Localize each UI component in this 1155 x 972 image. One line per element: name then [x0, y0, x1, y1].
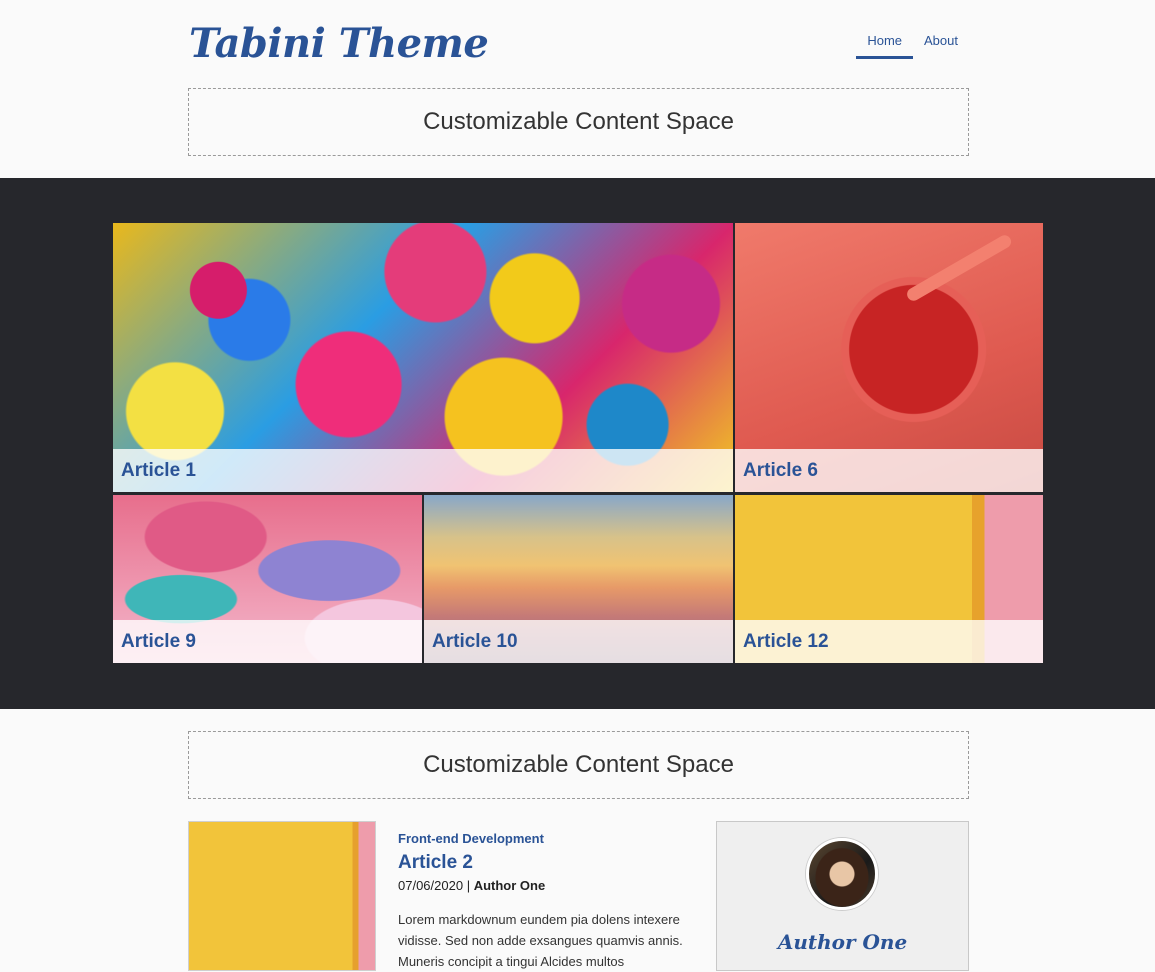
byline-separator: |	[463, 878, 474, 893]
article-date: 07/06/2020	[398, 878, 464, 893]
nav-item-about[interactable]: About	[913, 26, 969, 59]
featured-article-title[interactable]: Article 12	[735, 620, 1043, 663]
site-header: Tabini Theme Home About Customizable Con…	[0, 0, 1155, 178]
article-byline: 07/06/2020 | Author One	[398, 878, 688, 893]
article-thumbnail[interactable]	[188, 821, 376, 971]
author-name[interactable]: Author One	[717, 930, 968, 954]
article-summary: Front-end Development Article 2 07/06/20…	[398, 831, 688, 972]
content-space-middle: Customizable Content Space	[188, 731, 969, 799]
author-avatar	[806, 838, 878, 910]
content-space-top: Customizable Content Space	[188, 88, 969, 156]
featured-articles: Article 1 Article 6 Article 9 Article 10…	[0, 178, 1155, 709]
site-logo[interactable]: Tabini Theme	[189, 20, 489, 67]
featured-article-title[interactable]: Article 10	[424, 620, 733, 663]
article-category-link[interactable]: Front-end Development	[398, 831, 688, 846]
featured-article-12[interactable]: Article 12	[735, 495, 1043, 663]
article-title-link[interactable]: Article 2	[398, 852, 688, 874]
nav-item-home[interactable]: Home	[856, 26, 914, 59]
featured-article-9[interactable]: Article 9	[113, 495, 422, 663]
article-excerpt: Lorem markdownum eundem pia dolens intex…	[398, 912, 683, 969]
author-card: Author One	[716, 821, 969, 971]
article-author: Author One	[473, 878, 546, 893]
featured-article-1[interactable]: Article 1	[113, 223, 733, 492]
featured-article-6[interactable]: Article 6	[735, 223, 1043, 492]
featured-article-title[interactable]: Article 1	[113, 449, 733, 492]
featured-article-title[interactable]: Article 9	[113, 620, 422, 663]
main-nav: Home About	[856, 26, 969, 59]
straw-graphic	[904, 232, 1014, 304]
featured-article-title[interactable]: Article 6	[735, 449, 1043, 492]
featured-article-10[interactable]: Article 10	[424, 495, 733, 663]
